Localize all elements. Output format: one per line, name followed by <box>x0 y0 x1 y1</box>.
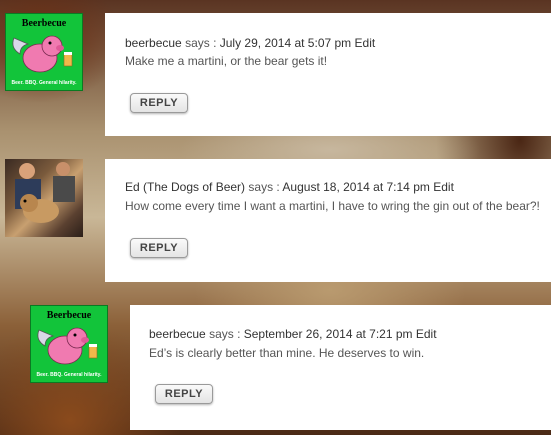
comment-date-link[interactable]: July 29, 2014 at 5:07 pm <box>220 36 351 50</box>
says-label: says : <box>248 180 280 194</box>
comment-text: Ed’s is clearly better than mine. He des… <box>149 346 425 360</box>
avatar-logo-tagline: Beer. BBQ. General hilarity. <box>11 80 77 86</box>
reply-button[interactable]: REPLY <box>130 238 188 258</box>
comment-author[interactable]: beerbecue <box>125 36 182 50</box>
avatar[interactable]: Beerbecue Beer. BBQ. General hilarity. <box>30 305 108 383</box>
comment-meta: beerbecue says : July 29, 2014 at 5:07 p… <box>125 36 375 50</box>
avatar[interactable]: Beerbecue Beer. BBQ. General hilarity. <box>5 13 83 91</box>
avatar-logo-tagline: Beer. BBQ. General hilarity. <box>36 372 102 378</box>
reply-button[interactable]: REPLY <box>155 384 213 404</box>
reply-button[interactable]: REPLY <box>130 93 188 113</box>
comment-author[interactable]: beerbecue <box>149 327 206 341</box>
edit-link[interactable]: Edit <box>355 36 376 50</box>
comment-text: How come every time I want a martini, I … <box>125 199 540 213</box>
comment-date-link[interactable]: August 18, 2014 at 7:14 pm <box>282 180 429 194</box>
comment-meta: beerbecue says : September 26, 2014 at 7… <box>149 327 437 341</box>
avatar[interactable] <box>5 159 83 237</box>
comment-author[interactable]: Ed (The Dogs of Beer) <box>125 180 245 194</box>
edit-link[interactable]: Edit <box>433 180 454 194</box>
comment-card: beerbecue says : July 29, 2014 at 5:07 p… <box>105 13 551 136</box>
comment-meta: Ed (The Dogs of Beer) says : August 18, … <box>125 180 454 194</box>
photo-people-dog-icon <box>15 162 75 223</box>
comment-date-link[interactable]: September 26, 2014 at 7:21 pm <box>244 327 413 341</box>
edit-link[interactable]: Edit <box>416 327 437 341</box>
says-label: says : <box>209 327 241 341</box>
says-label: says : <box>185 36 217 50</box>
comment-text: Make me a martini, or the bear gets it! <box>125 54 328 68</box>
comment-card: beerbecue says : September 26, 2014 at 7… <box>130 305 551 430</box>
comment-card: Ed (The Dogs of Beer) says : August 18, … <box>105 159 551 282</box>
